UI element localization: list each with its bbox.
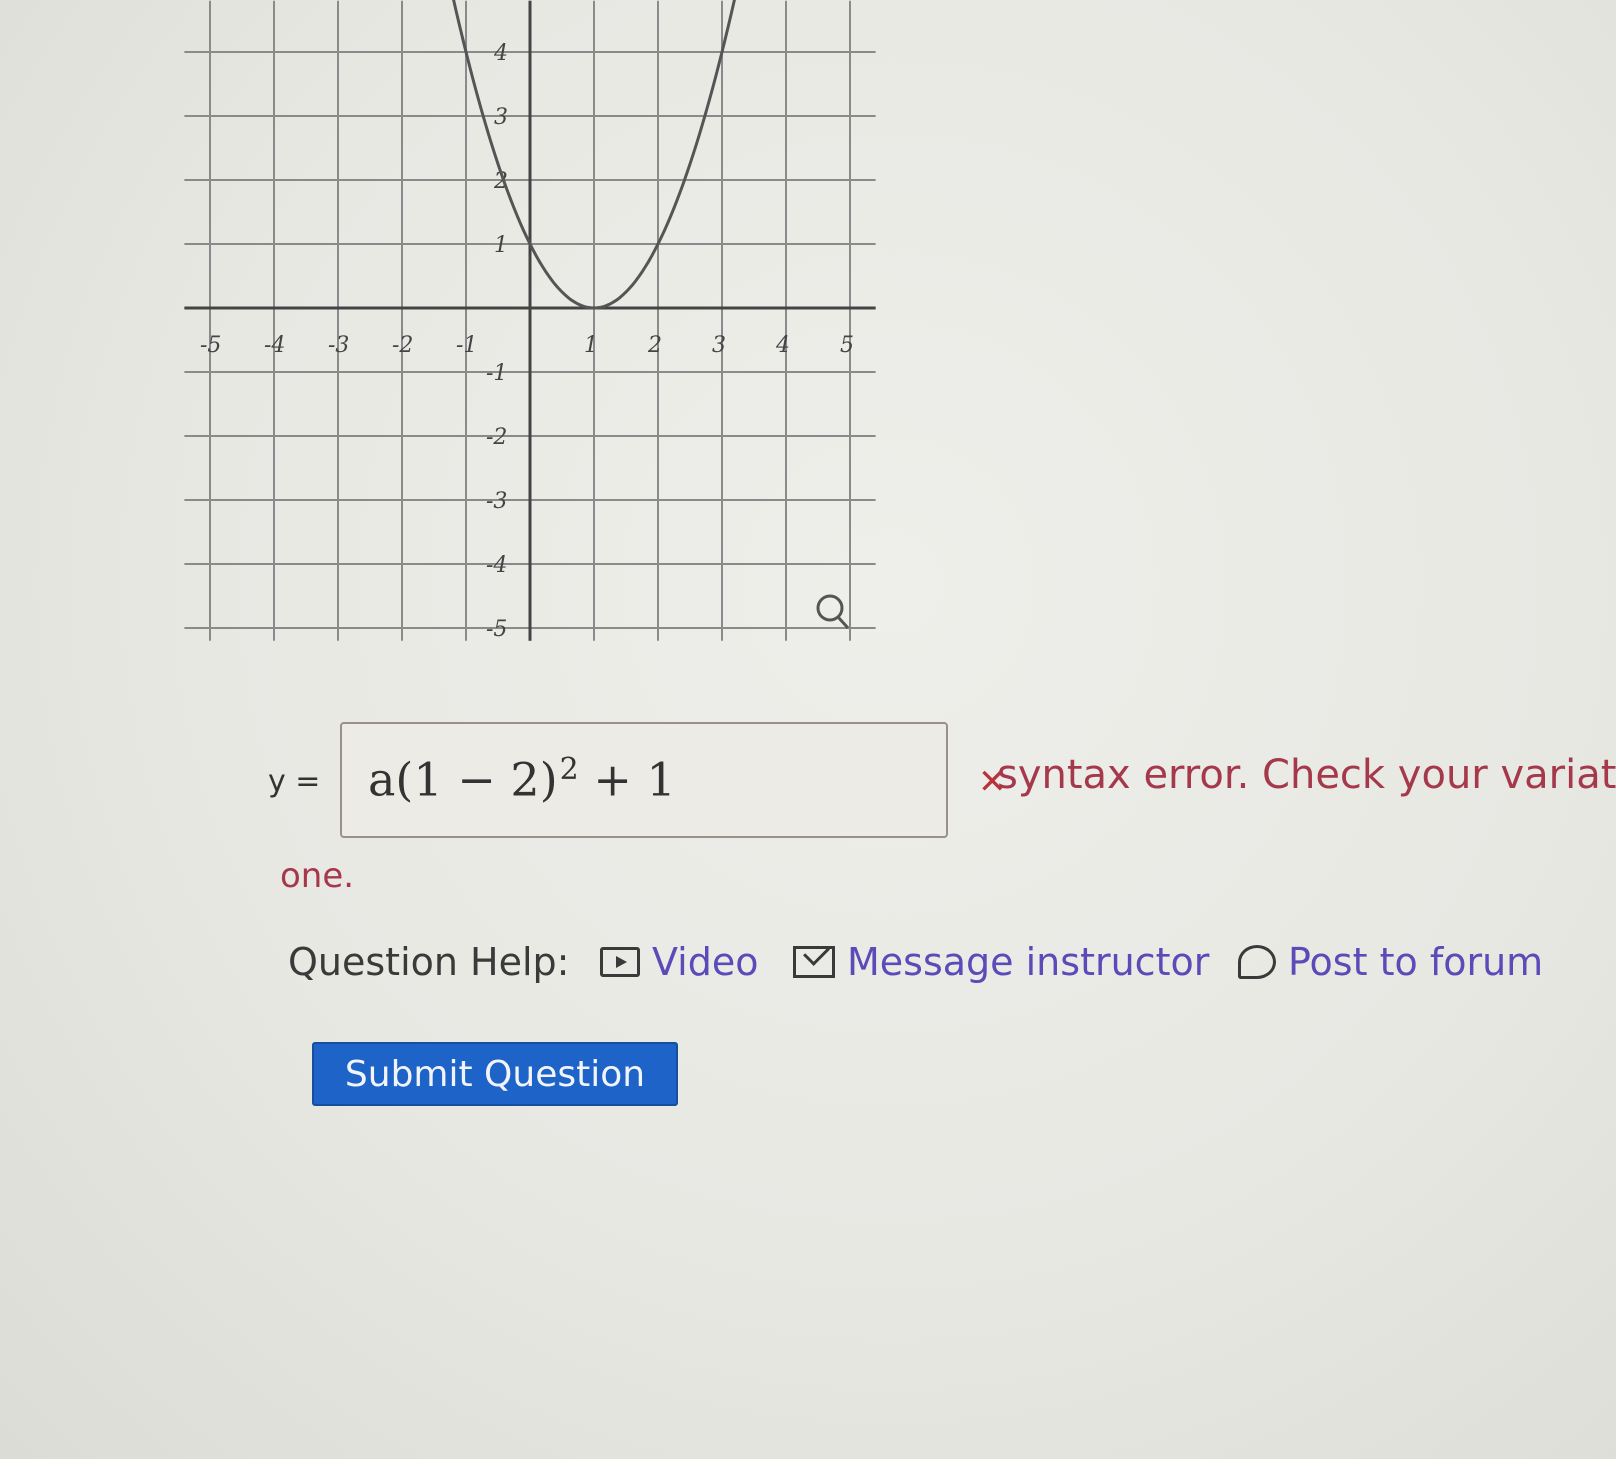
y-tick-label: -5	[486, 617, 507, 642]
x-tick-label: -5	[200, 333, 221, 358]
answer-row: y = a(1 − 2)2 + 1 ✕ syntax error. Check …	[262, 722, 1616, 846]
message-instructor-link[interactable]: Message instructor	[793, 940, 1209, 984]
envelope-icon	[793, 946, 835, 978]
axes	[184, 0, 876, 641]
answer-input[interactable]: a(1 − 2)2 + 1 ✕	[340, 722, 1007, 838]
coordinate-graph: -5 -4 -3 -2 -1 1 2 3 4 54321-1-2-3-4-5	[184, 0, 876, 642]
video-icon	[600, 947, 640, 977]
x-tick-label: 2	[647, 333, 662, 358]
x-tick-label: -4	[264, 333, 285, 358]
x-tick-label: 4	[775, 333, 790, 358]
x-tick-label: -1	[456, 333, 477, 358]
question-help-row: Question Help: Video Message instructor …	[288, 940, 1608, 990]
y-tick-label: -2	[486, 425, 507, 450]
post-to-forum-link[interactable]: Post to forum	[1238, 940, 1543, 984]
x-tick-label: 1	[584, 333, 598, 358]
expression-exponent: 2	[559, 752, 579, 787]
video-link-label: Video	[652, 940, 759, 984]
speech-bubble-icon	[1238, 945, 1276, 979]
video-link[interactable]: Video	[600, 940, 758, 984]
y-tick-label: 3	[494, 105, 508, 130]
answer-expression[interactable]: a(1 − 2)2 + 1	[368, 752, 676, 806]
post-to-forum-label: Post to forum	[1288, 940, 1544, 984]
x-tick-label: -3	[328, 333, 349, 358]
error-feedback-continued: one.	[280, 856, 355, 896]
x-tick-label: -2	[392, 333, 413, 358]
answer-y-label: y =	[268, 764, 321, 799]
expression-tail: + 1	[578, 752, 676, 807]
submit-question-button[interactable]: Submit Question	[312, 1042, 678, 1106]
tick-labels: -5 -4 -3 -2 -1 1 2 3 4 54321-1-2-3-4-5	[200, 41, 854, 642]
x-tick-label: 5	[840, 333, 854, 358]
y-tick-label: 4	[493, 41, 508, 66]
error-feedback: syntax error. Check your variat	[997, 752, 1616, 798]
x-tick-label: 3	[712, 333, 726, 358]
y-tick-label: -3	[486, 489, 507, 514]
y-tick-label: -1	[486, 361, 507, 386]
magnifier-icon[interactable]	[816, 594, 850, 630]
question-help-label: Question Help:	[288, 940, 570, 984]
message-instructor-label: Message instructor	[847, 940, 1210, 984]
page: -5 -4 -3 -2 -1 1 2 3 4 5 4 3 2 1 -1 -2 -3 -4 -5 y = a(1 − …	[0, 0, 1616, 1459]
y-tick-label: 1	[494, 233, 508, 258]
y-tick-label: -4	[486, 553, 507, 578]
expression-base: a(1 − 2)	[368, 752, 558, 807]
graph-panel: -5 -4 -3 -2 -1 1 2 3 4 5 4 3 2 1 -1 -2 -3 -4 -5	[150, 0, 910, 690]
